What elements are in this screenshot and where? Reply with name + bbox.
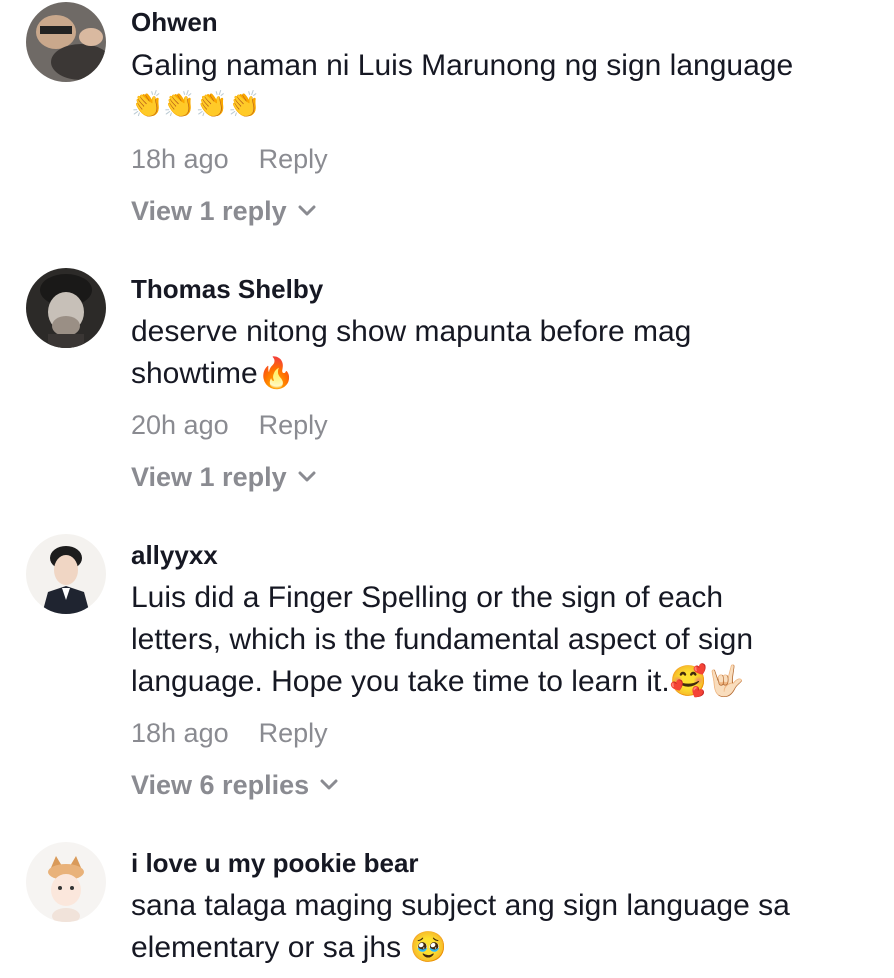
view-replies-button[interactable]: View 1 reply <box>131 461 317 493</box>
chevron-down-icon <box>298 205 316 216</box>
comment-text: deserve nitong show mapunta before mag s… <box>131 311 871 395</box>
comment-text-line: language. Hope you take time to learn it… <box>131 665 745 698</box>
comment-username[interactable]: Thomas Shelby <box>131 273 323 305</box>
comment-meta: 18h ago Reply <box>131 717 328 749</box>
view-replies-label: View 1 reply <box>131 462 287 492</box>
reply-button[interactable]: Reply <box>259 410 328 440</box>
view-replies-label: View 6 replies <box>131 770 310 800</box>
chevron-down-icon <box>298 471 316 482</box>
comment-text: Galing naman ni Luis Marunong ng sign la… <box>131 45 871 121</box>
view-replies-label: View 1 reply <box>131 196 287 226</box>
avatar[interactable] <box>26 268 106 348</box>
comment-text: Luis did a Finger Spelling or the sign o… <box>131 577 871 703</box>
reply-button[interactable]: Reply <box>259 144 328 174</box>
comment-text-line: Luis did a Finger Spelling or the sign o… <box>131 581 724 614</box>
comment-time: 18h ago <box>131 144 229 174</box>
chevron-down-icon <box>320 779 338 790</box>
comment-username[interactable]: i love u my pookie bear <box>131 847 419 879</box>
reply-button[interactable]: Reply <box>259 718 328 748</box>
comment-text-line: Galing naman ni Luis Marunong ng sign la… <box>131 49 794 82</box>
comment-time: 18h ago <box>131 718 229 748</box>
avatar[interactable] <box>26 842 106 922</box>
comment-time: 20h ago <box>131 410 229 440</box>
comment-text-line: deserve nitong show mapunta before mag <box>131 315 692 348</box>
comment-text-line: showtime🔥 <box>131 357 296 390</box>
comment-meta: 18h ago Reply <box>131 143 328 175</box>
comment-text-line: elementary or sa jhs 🥹 <box>131 931 447 964</box>
avatar[interactable] <box>26 2 106 82</box>
comment-emoji-line: 👏👏👏👏 <box>131 89 261 119</box>
comment-text: sana talaga maging subject ang sign lang… <box>131 885 871 969</box>
view-replies-button[interactable]: View 1 reply <box>131 195 317 227</box>
comment-text-line: sana talaga maging subject ang sign lang… <box>131 889 790 922</box>
comment-text-line: letters, which is the fundamental aspect… <box>131 623 754 656</box>
avatar[interactable] <box>26 534 106 614</box>
comment-meta: 20h ago Reply <box>131 409 328 441</box>
comment-username[interactable]: Ohwen <box>131 6 218 38</box>
view-replies-button[interactable]: View 6 replies <box>131 769 339 801</box>
comment-username[interactable]: allyyxx <box>131 539 218 571</box>
